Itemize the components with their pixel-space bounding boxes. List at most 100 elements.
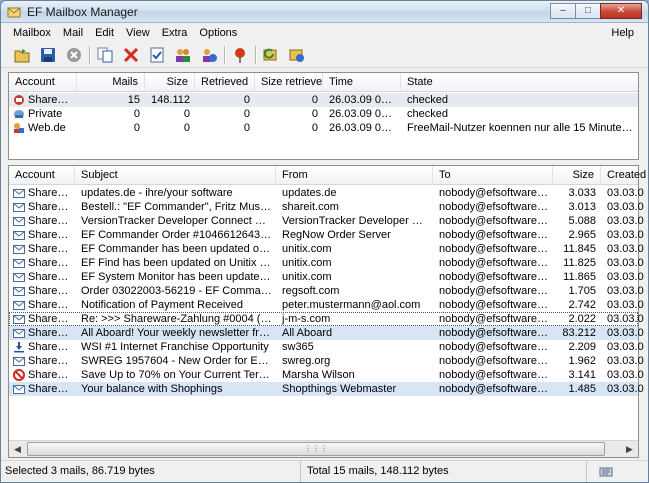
blocked-icon (13, 369, 25, 381)
maximize-button[interactable]: □ (575, 3, 601, 19)
menu-view[interactable]: View (120, 27, 156, 39)
status-total: Total 15 mails, 148.112 bytes (301, 461, 587, 482)
col-size[interactable]: Size (145, 73, 195, 92)
col-subject[interactable]: Subject (75, 166, 276, 185)
mail-size: 3.033 (568, 187, 596, 199)
mail-to: nobody@efsoftware.c... (439, 257, 553, 269)
mail-icon (13, 245, 25, 254)
col-state[interactable]: State (401, 73, 641, 92)
mail-icon (13, 273, 25, 282)
col-size[interactable]: Size (553, 166, 601, 185)
menu-options[interactable]: Options (193, 27, 243, 39)
user-settings-icon[interactable] (198, 44, 220, 66)
col-retrieved[interactable]: Retrieved (195, 73, 255, 92)
mail-row[interactable]: Sharew... EF Commander has been updated o… (9, 242, 644, 256)
menu-extra[interactable]: Extra (156, 27, 194, 39)
mail-icon (13, 259, 25, 268)
mail-row[interactable]: Sharew... All Aboard! Your weekly newslet… (9, 326, 644, 340)
stop-icon[interactable] (63, 44, 85, 66)
mail-account: Sharew... (28, 187, 74, 199)
status-bar: Selected 3 mails, 86.719 bytes Total 15 … (1, 460, 648, 482)
pin-icon[interactable] (229, 44, 251, 66)
mail-from: unitix.com (282, 257, 332, 269)
mail-row[interactable]: Sharew... Save Up to 70% on Your Current … (9, 368, 644, 382)
app-icon (7, 7, 21, 18)
copy-icon[interactable] (94, 44, 116, 66)
mail-account: Sharew... (28, 383, 74, 395)
mail-row[interactable]: Sharew... WSI #1 Internet Franchise Oppor… (9, 340, 644, 354)
mail-to: nobody@efsoftware.c... (439, 313, 553, 325)
users-icon[interactable] (172, 44, 194, 66)
menu-mail[interactable]: Mail (57, 27, 89, 39)
account-row[interactable]: Private 0 0 0 0 26.03.09 09:05 checked (9, 107, 638, 121)
account-name: Web.de (28, 122, 66, 134)
mail-size: 11.865 (563, 271, 596, 283)
mail-account: Sharew... (28, 229, 74, 241)
mail-subject: EF Find has been updated on Unitix Share… (81, 257, 276, 269)
col-account[interactable]: Account (9, 73, 77, 92)
mail-icon (13, 357, 25, 366)
mail-row[interactable]: Sharew... Order 03022003-56219 - EF Comma… (9, 284, 644, 298)
mail-created: 03.03.0 (607, 313, 644, 325)
mail-row[interactable]: Sharew... EF System Monitor has been upda… (9, 270, 644, 284)
open-icon[interactable] (11, 44, 33, 66)
mail-row[interactable]: Sharew... Bestell.: "EF Commander", Fritz… (9, 200, 644, 214)
account-state: FreeMail-Nutzer koennen nur alle 15 Minu… (407, 122, 636, 134)
col-account[interactable]: Account (9, 166, 75, 185)
mail-created: 03.03.0 (607, 285, 644, 297)
menu-mailbox[interactable]: Mailbox (7, 27, 57, 39)
toolbar-separator (224, 45, 225, 64)
mail-account: Sharew... (28, 341, 74, 353)
col-mails[interactable]: Mails (77, 73, 145, 92)
mail-size: 83.212 (562, 327, 596, 339)
menu-edit[interactable]: Edit (89, 27, 120, 39)
mail-to: nobody@efsoftware.c... (439, 229, 553, 241)
mail-to: nobody@efsoftware.c... (439, 187, 553, 199)
mail-row[interactable]: Sharew... SWREG 1957604 - New Order for E… (9, 354, 644, 368)
mail-subject: Your balance with Shophings (81, 383, 223, 395)
mail-row[interactable]: Sharew... updates.de - ihre/your software… (9, 186, 644, 200)
refresh-icon[interactable] (260, 44, 282, 66)
col-size-retrieved[interactable]: Size retrieved (255, 73, 323, 92)
minimize-button[interactable]: – (550, 3, 576, 19)
col-to[interactable]: To (433, 166, 553, 185)
check-icon[interactable] (146, 44, 168, 66)
account-row[interactable]: Web.de 0 0 0 0 26.03.09 09:05 FreeMail-N… (9, 121, 638, 135)
mail-row[interactable]: Sharew... EF Commander Order #1046612643-… (9, 228, 644, 242)
accounts-header: Account Mails Size Retrieved Size retrie… (9, 73, 638, 92)
scroll-left-icon[interactable]: ◀ (9, 441, 26, 457)
settings-icon[interactable] (286, 44, 308, 66)
mail-created: 03.03.0 (607, 271, 644, 283)
col-created[interactable]: Created (601, 166, 648, 185)
mail-row[interactable]: Sharew... Your balance with Shophings Shop… (9, 382, 644, 396)
account-time: 26.03.09 09:05 (329, 94, 401, 106)
account-state: checked (407, 94, 448, 106)
mail-size: 1.962 (568, 355, 596, 367)
account-size-retrieved: 0 (311, 122, 318, 134)
scrollbar-thumb[interactable]: ⋮⋮⋮ (27, 442, 605, 456)
account-state: checked (407, 108, 448, 120)
mail-from: unitix.com (282, 271, 332, 283)
mail-row[interactable]: Sharew... Re: >>> Shareware-Zahlung #0004… (9, 312, 644, 326)
mail-row[interactable]: Sharew... VersionTracker Developer Connec… (9, 214, 644, 228)
horizontal-scrollbar[interactable]: ◀ ⋮⋮⋮ ▶ (9, 440, 638, 457)
mail-account: Sharew... (28, 243, 74, 255)
mail-size: 11.825 (563, 257, 596, 269)
menu-help[interactable]: Help (605, 27, 640, 39)
mail-subject: Notification of Payment Received (81, 299, 244, 311)
mail-from: j-m-s.com (282, 313, 331, 325)
col-time[interactable]: Time (323, 73, 401, 92)
mail-row[interactable]: Sharew... Notification of Payment Receive… (9, 298, 644, 312)
account-row[interactable]: Shareware 15 148.112 0 0 26.03.09 09:05 … (9, 93, 638, 107)
mail-account: Sharew... (28, 285, 74, 297)
mail-created: 03.03.0 (607, 341, 644, 353)
mail-row[interactable]: Sharew... EF Find has been updated on Uni… (9, 256, 644, 270)
scroll-right-icon[interactable]: ▶ (621, 441, 638, 457)
save-icon[interactable] (37, 44, 59, 66)
mail-size: 3.141 (568, 369, 596, 381)
col-from[interactable]: From (276, 166, 433, 185)
account-size-retrieved: 0 (311, 108, 318, 120)
delete-icon[interactable] (120, 44, 142, 66)
close-button[interactable]: ✕ (600, 3, 642, 19)
mail-from: Marsha Wilson (282, 369, 355, 381)
